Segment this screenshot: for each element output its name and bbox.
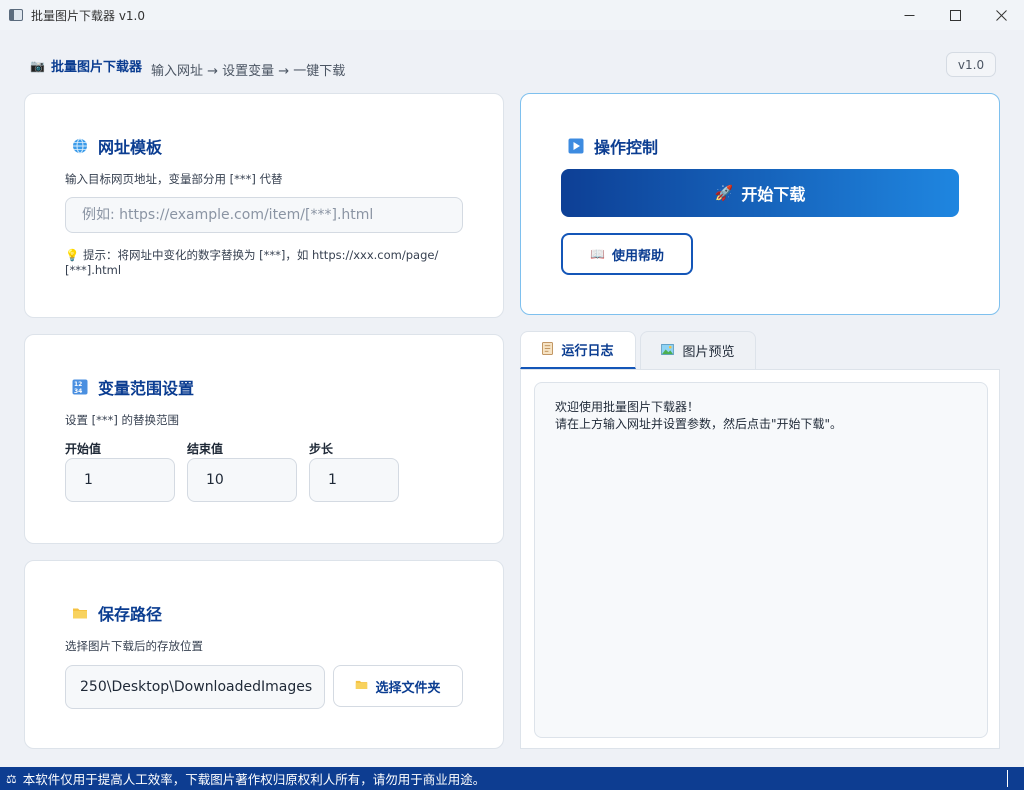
url-template-tip-line1: 💡 提示：将网址中变化的数字替换为 [***]，如 https://xxx.co… — [65, 248, 439, 262]
url-template-tip-line2: [***].html — [65, 263, 122, 277]
tab-image-preview[interactable]: 图片预览 — [640, 331, 756, 369]
start-download-button[interactable]: 🚀 开始下载 — [561, 169, 959, 217]
version-badge: v1.0 — [946, 52, 996, 77]
close-button[interactable] — [978, 0, 1024, 30]
log-line: 欢迎使用批量图片下载器！ — [555, 400, 700, 414]
window-controls — [886, 0, 1024, 30]
minimize-button[interactable] — [886, 0, 932, 30]
range-settings-description: 设置 [***] 的替换范围 — [65, 413, 180, 427]
window-title: 批量图片下载器 v1.0 — [31, 8, 146, 23]
save-path-description: 选择图片下载后的存放位置 — [65, 639, 203, 653]
app-window-icon — [9, 9, 23, 21]
close-icon — [995, 9, 1007, 21]
range-settings-title: 12 34 变量范围设置 — [71, 375, 194, 399]
step-label: 步长 — [309, 442, 334, 456]
url-template-title: 网址模板 — [71, 134, 162, 158]
start-value-label: 开始值 — [65, 442, 102, 456]
workflow-steps: 输入网址 → 设置变量 → 一键下载 — [150, 64, 346, 79]
folder-icon — [71, 604, 89, 622]
url-template-description: 输入目标网页地址，变量部分用 [***] 代替 — [65, 172, 283, 186]
status-bar-divider — [1007, 770, 1008, 787]
camera-icon: 📷 — [30, 59, 45, 73]
app-name: 批量图片下载器 — [50, 60, 142, 75]
log-line: 请在上方输入网址并设置参数，然后点击"开始下载"。 — [555, 417, 843, 431]
output-tabs: 运行日志 图片预览 — [520, 331, 756, 369]
operation-control-card: 操作控制 🚀 开始下载 📖 使用帮助 — [520, 93, 1000, 315]
play-icon — [567, 137, 585, 155]
status-text: 本软件仅用于提高人工效率，下载图片著作权归原权利人所有，请勿用于商业用途。 — [22, 772, 486, 787]
tab-run-log[interactable]: 运行日志 — [520, 331, 636, 369]
save-path-title: 保存路径 — [71, 601, 162, 625]
choose-folder-button[interactable]: 选择文件夹 — [333, 665, 463, 707]
url-template-field[interactable] — [82, 207, 462, 223]
start-value-input[interactable]: 1 — [65, 458, 175, 502]
maximize-icon — [949, 9, 961, 21]
log-panel: 欢迎使用批量图片下载器！ 请在上方输入网址并设置参数，然后点击"开始下载"。 — [520, 369, 1000, 749]
end-value-label: 结束值 — [187, 442, 224, 456]
url-template-input[interactable] — [65, 197, 463, 233]
end-value-input[interactable]: 10 — [187, 458, 297, 502]
title-bar[interactable]: 批量图片下载器 v1.0 — [0, 0, 1024, 30]
svg-text:12: 12 — [74, 381, 82, 388]
folder-icon — [355, 678, 368, 695]
operation-control-title: 操作控制 — [567, 134, 658, 158]
step-input[interactable]: 1 — [309, 458, 399, 502]
globe-icon — [71, 137, 89, 155]
scale-icon: ⚖ — [6, 771, 17, 786]
range-settings-card: 12 34 变量范围设置 设置 [***] 的替换范围 开始值 结束值 步长 1 … — [24, 334, 504, 544]
log-icon — [542, 341, 554, 358]
book-icon: 📖 — [590, 247, 605, 261]
save-path-card: 保存路径 选择图片下载后的存放位置 250\Desktop\Downloaded… — [24, 560, 504, 749]
minimize-icon — [904, 14, 914, 16]
save-path-input[interactable]: 250\Desktop\DownloadedImages — [65, 665, 325, 709]
image-icon — [661, 343, 675, 358]
svg-text:34: 34 — [74, 388, 82, 395]
url-template-card: 网址模板 输入目标网页地址，变量部分用 [***] 代替 💡 提示：将网址中变化… — [24, 93, 504, 318]
help-button[interactable]: 📖 使用帮助 — [561, 233, 693, 275]
log-output[interactable]: 欢迎使用批量图片下载器！ 请在上方输入网址并设置参数，然后点击"开始下载"。 — [534, 382, 988, 738]
maximize-button[interactable] — [932, 0, 978, 30]
status-bar: ⚖ 本软件仅用于提高人工效率，下载图片著作权归原权利人所有，请勿用于商业用途。 — [0, 767, 1024, 790]
numbers-icon: 12 34 — [71, 378, 89, 396]
rocket-icon: 🚀 — [714, 184, 734, 202]
app-header: 📷 批量图片下载器 输入网址 → 设置变量 → 一键下载 — [30, 56, 345, 79]
